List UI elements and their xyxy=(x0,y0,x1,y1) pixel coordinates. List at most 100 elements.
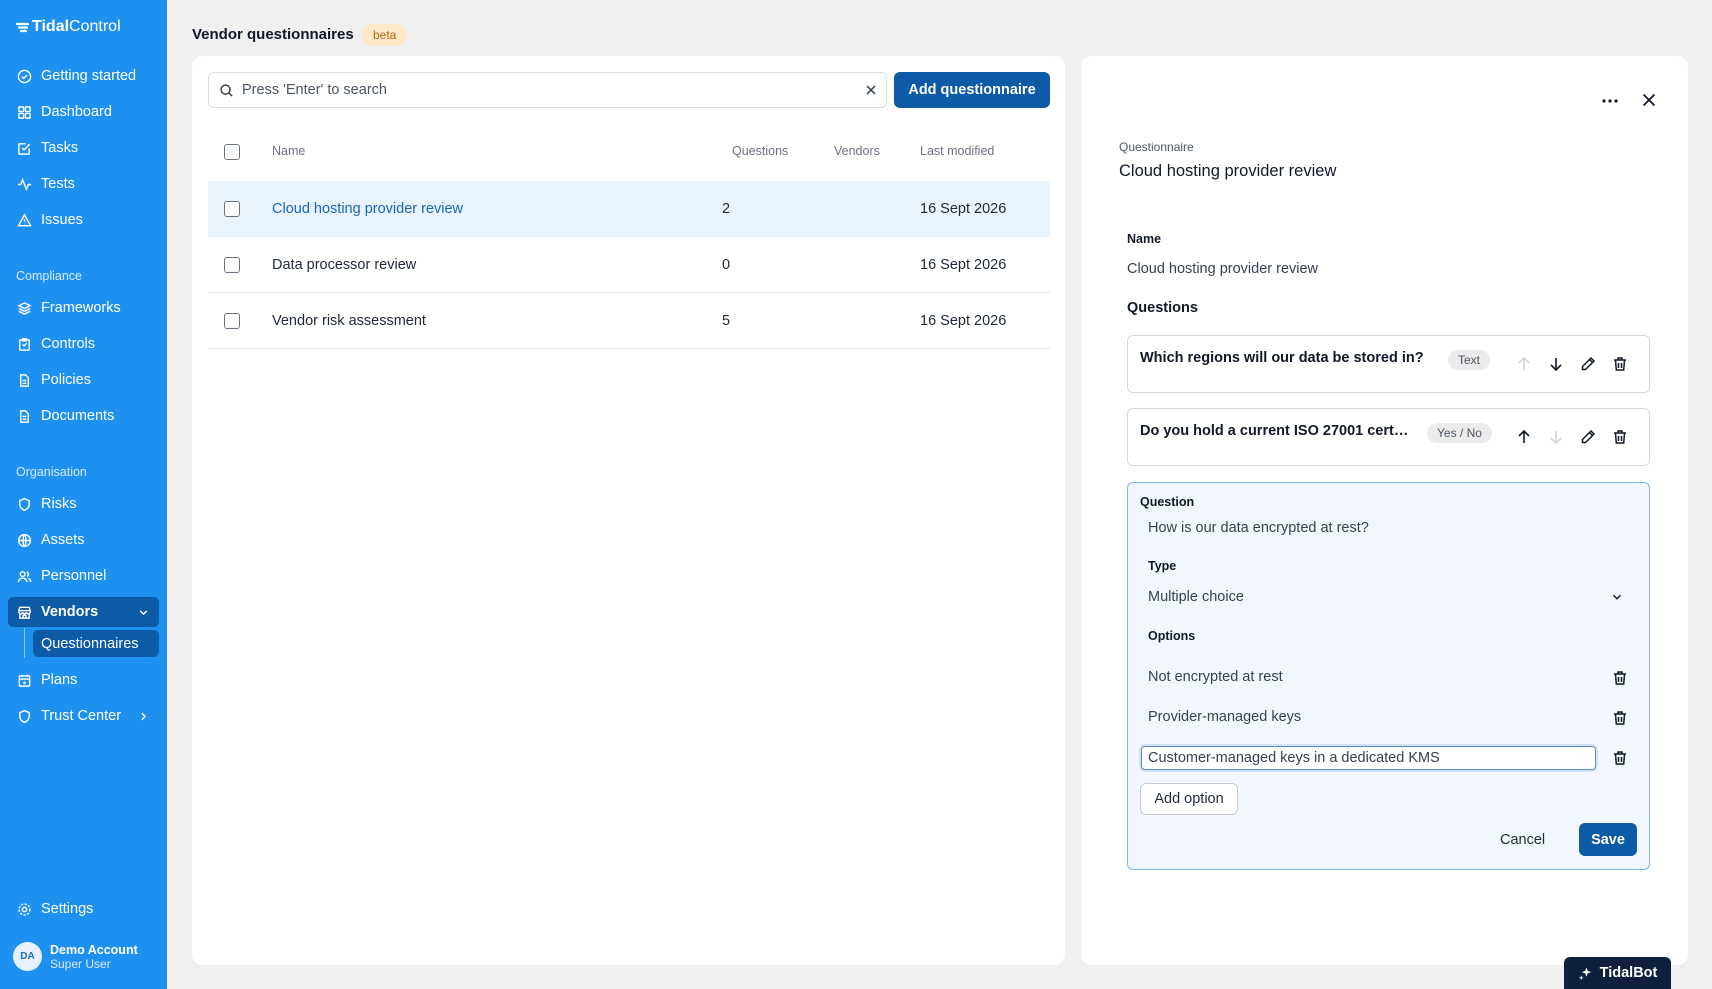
sidebar-item-controls[interactable]: Controls xyxy=(8,329,159,359)
sidebar: TidalControl Getting started Dashboard T… xyxy=(0,0,167,989)
sidebar-item-getting-started[interactable]: Getting started xyxy=(8,61,159,91)
save-button[interactable]: Save xyxy=(1579,823,1637,856)
sidebar-item-vendors[interactable]: Vendors xyxy=(8,597,159,627)
table-row[interactable]: Data processor review 0 16 Sept 2026 xyxy=(208,237,1050,293)
table-row[interactable]: Vendor risk assessment 5 16 Sept 2026 xyxy=(208,293,1050,349)
add-option-button[interactable]: Add option xyxy=(1140,783,1238,815)
option-text[interactable]: Provider-managed keys xyxy=(1148,709,1301,725)
more-options-icon[interactable] xyxy=(1600,91,1620,111)
sidebar-item-label: Controls xyxy=(41,336,95,352)
name-value: Cloud hosting provider review xyxy=(1127,261,1319,277)
sidebar-item-label: Policies xyxy=(41,372,91,388)
column-header-vendors[interactable]: Vendors xyxy=(834,144,880,158)
sidebar-item-dashboard[interactable]: Dashboard xyxy=(8,97,159,127)
questionnaire-list-panel: Add questionnaire Name Questions Vendors… xyxy=(192,56,1065,965)
chevron-right-icon xyxy=(141,712,147,720)
close-icon[interactable] xyxy=(1639,90,1659,110)
row-checkbox[interactable] xyxy=(224,257,240,273)
page-title: Vendor questionnaires xyxy=(192,26,354,43)
chevron-down-icon[interactable] xyxy=(1610,590,1624,604)
questions-heading: Questions xyxy=(1127,300,1198,316)
move-down-icon[interactable] xyxy=(1547,355,1565,373)
sidebar-item-frameworks[interactable]: Frameworks xyxy=(8,293,159,323)
type-select[interactable]: Multiple choice xyxy=(1148,589,1244,605)
globe-icon xyxy=(17,533,32,547)
edit-icon[interactable] xyxy=(1579,355,1597,373)
move-up-icon xyxy=(1518,356,1530,370)
question-type-badge: Text xyxy=(1448,350,1491,370)
section-label-compliance: Compliance xyxy=(16,269,83,283)
delete-option-icon[interactable] xyxy=(1611,709,1629,727)
column-header-last-modified[interactable]: Last modified xyxy=(920,144,994,158)
logo-mark-icon xyxy=(16,22,29,32)
search-box[interactable] xyxy=(208,72,887,108)
row-checkbox[interactable] xyxy=(224,313,240,329)
drawer-title: Cloud hosting provider review xyxy=(1119,162,1337,180)
search-input[interactable] xyxy=(242,82,842,98)
delete-icon[interactable] xyxy=(1611,355,1629,373)
sidebar-item-personnel[interactable]: Personnel xyxy=(8,561,159,591)
tidalbot-button[interactable]: TidalBot xyxy=(1564,957,1671,989)
sidebar-item-tests[interactable]: Tests xyxy=(8,169,159,199)
select-all-checkbox[interactable] xyxy=(224,144,240,160)
tasks-icon xyxy=(18,142,31,155)
section-label-organisation: Organisation xyxy=(16,465,87,479)
sidebar-item-risks[interactable]: Risks xyxy=(8,489,159,519)
cancel-button[interactable]: Cancel xyxy=(1500,832,1545,848)
type-label: Type xyxy=(1148,559,1177,573)
sidebar-item-assets[interactable]: Assets xyxy=(8,525,159,555)
sidebar-item-issues[interactable]: Issues xyxy=(8,205,159,235)
options-label: Options xyxy=(1148,629,1196,643)
sidebar-item-label: Trust Center xyxy=(41,708,122,724)
question-label: Question xyxy=(1140,495,1195,509)
question-text: Do you hold a current ISO 27001 certific… xyxy=(1140,423,1412,439)
tidalbot-label: TidalBot xyxy=(1599,965,1658,981)
delete-icon[interactable] xyxy=(1611,428,1629,446)
edit-icon[interactable] xyxy=(1579,428,1597,446)
search-icon xyxy=(220,83,233,97)
question-type-badge: Yes / No xyxy=(1427,423,1492,443)
row-name[interactable]: Data processor review xyxy=(272,257,416,273)
question-input[interactable]: How is our data encrypted at rest? xyxy=(1148,520,1369,536)
sidebar-item-label: Risks xyxy=(41,496,77,512)
table-row[interactable]: Cloud hosting provider review 2 16 Sept … xyxy=(208,181,1050,237)
delete-option-icon[interactable] xyxy=(1611,669,1629,687)
drawer-kicker: Questionnaire xyxy=(1119,140,1194,154)
column-header-name[interactable]: Name xyxy=(272,144,305,158)
avatar: DA xyxy=(13,942,42,971)
row-last-modified: 16 Sept 2026 xyxy=(920,257,1007,273)
delete-option-icon[interactable] xyxy=(1611,749,1629,767)
row-name[interactable]: Cloud hosting provider review xyxy=(272,201,463,217)
column-header-questions[interactable]: Questions xyxy=(732,144,788,158)
sidebar-item-label: Issues xyxy=(41,212,83,228)
sidebar-item-tasks[interactable]: Tasks xyxy=(8,133,159,163)
logo-text-bold: Tidal xyxy=(32,18,70,35)
sidebar-item-documents[interactable]: Documents xyxy=(8,401,159,431)
row-question-count: 5 xyxy=(722,313,731,329)
sidebar-item-questionnaires[interactable]: Questionnaires xyxy=(33,630,159,657)
move-down-icon xyxy=(1550,431,1562,445)
row-name[interactable]: Vendor risk assessment xyxy=(272,313,426,329)
sidebar-item-trust-center[interactable]: Trust Center xyxy=(8,701,159,731)
sidebar-item-policies[interactable]: Policies xyxy=(8,365,159,395)
question-text: Which regions will our data be stored in… xyxy=(1140,350,1424,366)
row-question-count: 2 xyxy=(722,201,731,217)
option-text[interactable]: Not encrypted at rest xyxy=(1148,669,1283,685)
users-icon xyxy=(17,570,32,582)
add-questionnaire-button[interactable]: Add questionnaire xyxy=(894,72,1050,108)
question-card: Which regions will our data be stored in… xyxy=(1127,335,1650,393)
shield-icon xyxy=(19,497,30,511)
chevron-down-icon xyxy=(139,609,148,615)
clear-search-icon[interactable] xyxy=(864,83,878,97)
row-checkbox[interactable] xyxy=(224,201,240,217)
account-menu[interactable]: DA Demo Account Super User xyxy=(13,942,138,971)
sidebar-item-settings[interactable]: Settings xyxy=(8,894,159,924)
option-input[interactable] xyxy=(1141,746,1596,770)
document-icon xyxy=(20,409,29,423)
logo[interactable]: TidalControl xyxy=(16,18,121,36)
sidebar-item-label: Frameworks xyxy=(41,300,121,316)
sidebar-item-label: Settings xyxy=(41,901,94,917)
sidebar-item-plans[interactable]: Plans xyxy=(8,665,159,695)
gear-icon xyxy=(18,902,31,916)
move-up-icon[interactable] xyxy=(1515,428,1533,446)
